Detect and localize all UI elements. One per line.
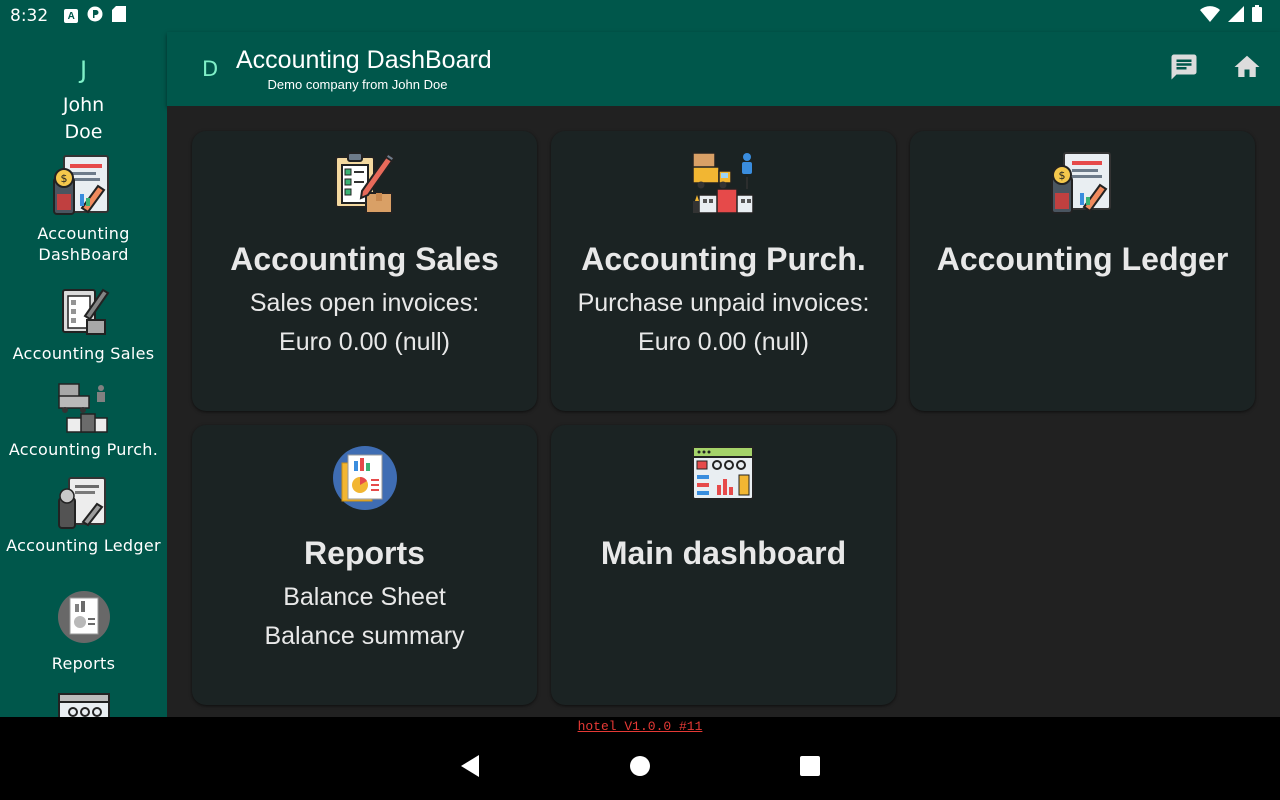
main-dashboard-icon	[0, 692, 167, 717]
home-button[interactable]	[1231, 53, 1263, 85]
purchase-truck-icon	[691, 151, 755, 220]
ledger-icon	[0, 476, 167, 535]
card-accounting-ledger[interactable]: $ Accounting Ledger	[910, 131, 1255, 411]
card-line: Sales open invoices:	[249, 289, 480, 317]
svg-text:$: $	[1059, 169, 1066, 182]
card-line: Purchase unpaid invoices:	[577, 289, 870, 317]
card-line: Euro 0.00 (null)	[279, 328, 450, 356]
back-icon	[459, 754, 481, 783]
user-name: John Doe	[0, 92, 167, 146]
card-line: Euro 0.00 (null)	[638, 328, 809, 356]
page-title: Accounting DashBoard	[236, 46, 492, 74]
version-link[interactable]: hotel V1.0.0 #11	[0, 719, 1280, 734]
back-button[interactable]	[456, 754, 484, 783]
card-accounting-purch[interactable]: Accounting Purch. Purchase unpaid invoic…	[551, 131, 896, 411]
card-title: Accounting Sales	[230, 241, 499, 277]
chat-icon	[1169, 52, 1199, 87]
dashboard-content: Accounting Sales Sales open invoices: Eu…	[167, 106, 1280, 717]
status-time: 8:32	[10, 6, 49, 26]
navigation-rail: J John Doe $ Accounting DashBoard Accoun…	[0, 32, 167, 717]
nav-item-accounting-purch[interactable]: Accounting Purch.	[0, 380, 167, 460]
nav-item-label: Accounting Sales	[12, 344, 155, 363]
p-icon	[87, 6, 103, 27]
svg-text:$: $	[60, 172, 67, 185]
signal-icon	[1228, 5, 1244, 27]
status-bar: 8:32 A	[0, 0, 1280, 32]
home-icon	[1232, 52, 1262, 87]
nav-item-accounting-sales[interactable]: Accounting Sales	[0, 284, 167, 364]
card-title: Accounting Purch.	[581, 241, 866, 277]
user-last-name: Doe	[64, 121, 103, 143]
ledger-icon: $	[1050, 151, 1114, 220]
system-navigation-bar: hotel V1.0.0 #11	[0, 717, 1280, 800]
page-subtitle: Demo company from John Doe	[267, 77, 448, 92]
wifi-icon	[1200, 5, 1220, 27]
card-line: Balance Sheet	[283, 583, 446, 611]
sales-clipboard-icon	[0, 284, 167, 343]
sd-card-icon	[112, 5, 127, 27]
sales-clipboard-icon	[332, 151, 396, 220]
reports-icon	[0, 590, 167, 649]
user-first-name: John	[62, 94, 105, 116]
nav-item-label: Accounting Ledger	[6, 536, 161, 555]
company-initial[interactable]: D	[202, 57, 218, 81]
app-bar: D Accounting DashBoard Demo company from…	[167, 32, 1280, 106]
home-circle-icon	[629, 755, 651, 782]
card-line: Balance summary	[264, 622, 465, 650]
nav-item-main-dashboard[interactable]	[0, 692, 167, 717]
card-reports[interactable]: Reports Balance Sheet Balance summary	[192, 425, 537, 705]
purchase-truck-icon	[0, 380, 167, 439]
nav-item-label: Accounting DashBoard	[37, 224, 130, 264]
accounting-dashboard-icon: $	[0, 154, 167, 223]
card-title: Reports	[304, 535, 425, 571]
nav-item-accounting-dashboard[interactable]: $ Accounting DashBoard	[0, 154, 167, 265]
nav-item-accounting-ledger[interactable]: Accounting Ledger	[0, 476, 167, 556]
main-dashboard-icon	[691, 445, 755, 508]
card-accounting-sales[interactable]: Accounting Sales Sales open invoices: Eu…	[192, 131, 537, 411]
nav-item-reports[interactable]: Reports	[0, 590, 167, 674]
chat-button[interactable]	[1168, 53, 1200, 85]
user-avatar-initial[interactable]: J	[0, 56, 167, 84]
home-nav-button[interactable]	[626, 755, 654, 781]
card-title: Accounting Ledger	[936, 241, 1229, 277]
recents-button[interactable]	[796, 755, 824, 781]
card-main-dashboard[interactable]: Main dashboard	[551, 425, 896, 705]
nav-item-label: Reports	[51, 654, 116, 673]
a-icon: A	[64, 9, 79, 23]
nav-item-label: Accounting Purch.	[8, 440, 159, 459]
battery-icon	[1252, 5, 1262, 27]
card-title: Main dashboard	[600, 535, 847, 571]
reports-icon	[332, 445, 398, 516]
recents-icon	[799, 755, 821, 782]
